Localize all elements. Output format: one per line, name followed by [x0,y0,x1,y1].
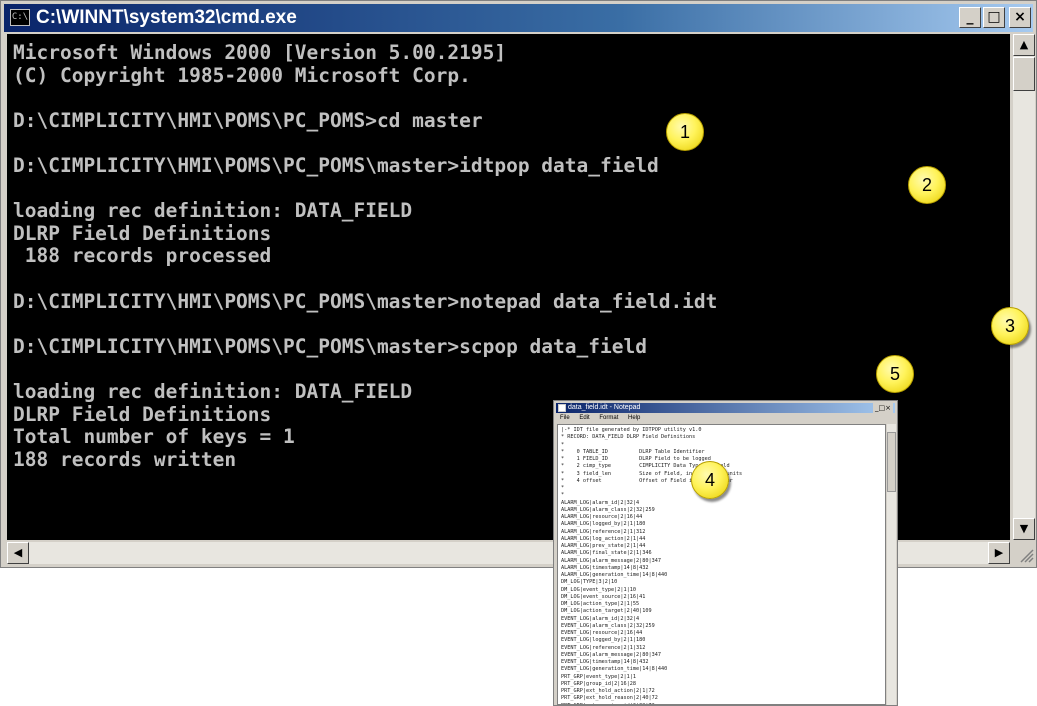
notepad-window-thumbnail: data_field.idt - Notepad _□× File Edit F… [553,400,898,706]
callout-step-4: 4 [691,461,729,499]
notepad-window-controls: _□× [873,403,893,413]
maximize-button[interactable]: □ [983,7,1005,28]
callout-step-3: 3 [991,307,1029,345]
window-title: C:\WINNT\system32\cmd.exe [36,7,297,28]
notepad-title-bar: data_field.idt - Notepad _□× [556,403,895,413]
notepad-menu-file: File [560,415,570,421]
console-app-icon[interactable]: C:\ [10,9,30,26]
notepad-menu-help: Help [628,415,641,421]
scroll-right-button[interactable]: ▶ [988,542,1010,564]
notepad-scroll-thumb [887,432,896,492]
notepad-title: data_field.idt - Notepad [568,404,641,411]
notepad-menu-format: Format [599,415,619,421]
minimize-button[interactable]: _ [959,7,981,28]
resize-grip-icon [1020,549,1034,563]
notepad-menu-edit: Edit [579,415,590,421]
scroll-left-button[interactable]: ◀ [7,542,29,564]
notepad-menu-bar: File Edit Format Help [556,414,895,423]
notepad-scrollbar [887,424,896,705]
close-button[interactable]: × [1009,7,1031,28]
scroll-down-button[interactable]: ▼ [1013,518,1035,540]
callout-step-5: 5 [876,355,914,393]
callout-step-1: 1 [666,113,704,151]
title-bar[interactable]: C:\ C:\WINNT\system32\cmd.exe _ □ × [4,4,1033,32]
resize-grip[interactable] [1013,542,1035,564]
vertical-scrollbar[interactable]: ▲ ▼ [1013,34,1035,540]
callout-step-2: 2 [908,166,946,204]
vertical-scroll-thumb[interactable] [1013,57,1035,91]
notepad-icon [558,404,566,412]
scroll-up-button[interactable]: ▲ [1013,34,1035,56]
